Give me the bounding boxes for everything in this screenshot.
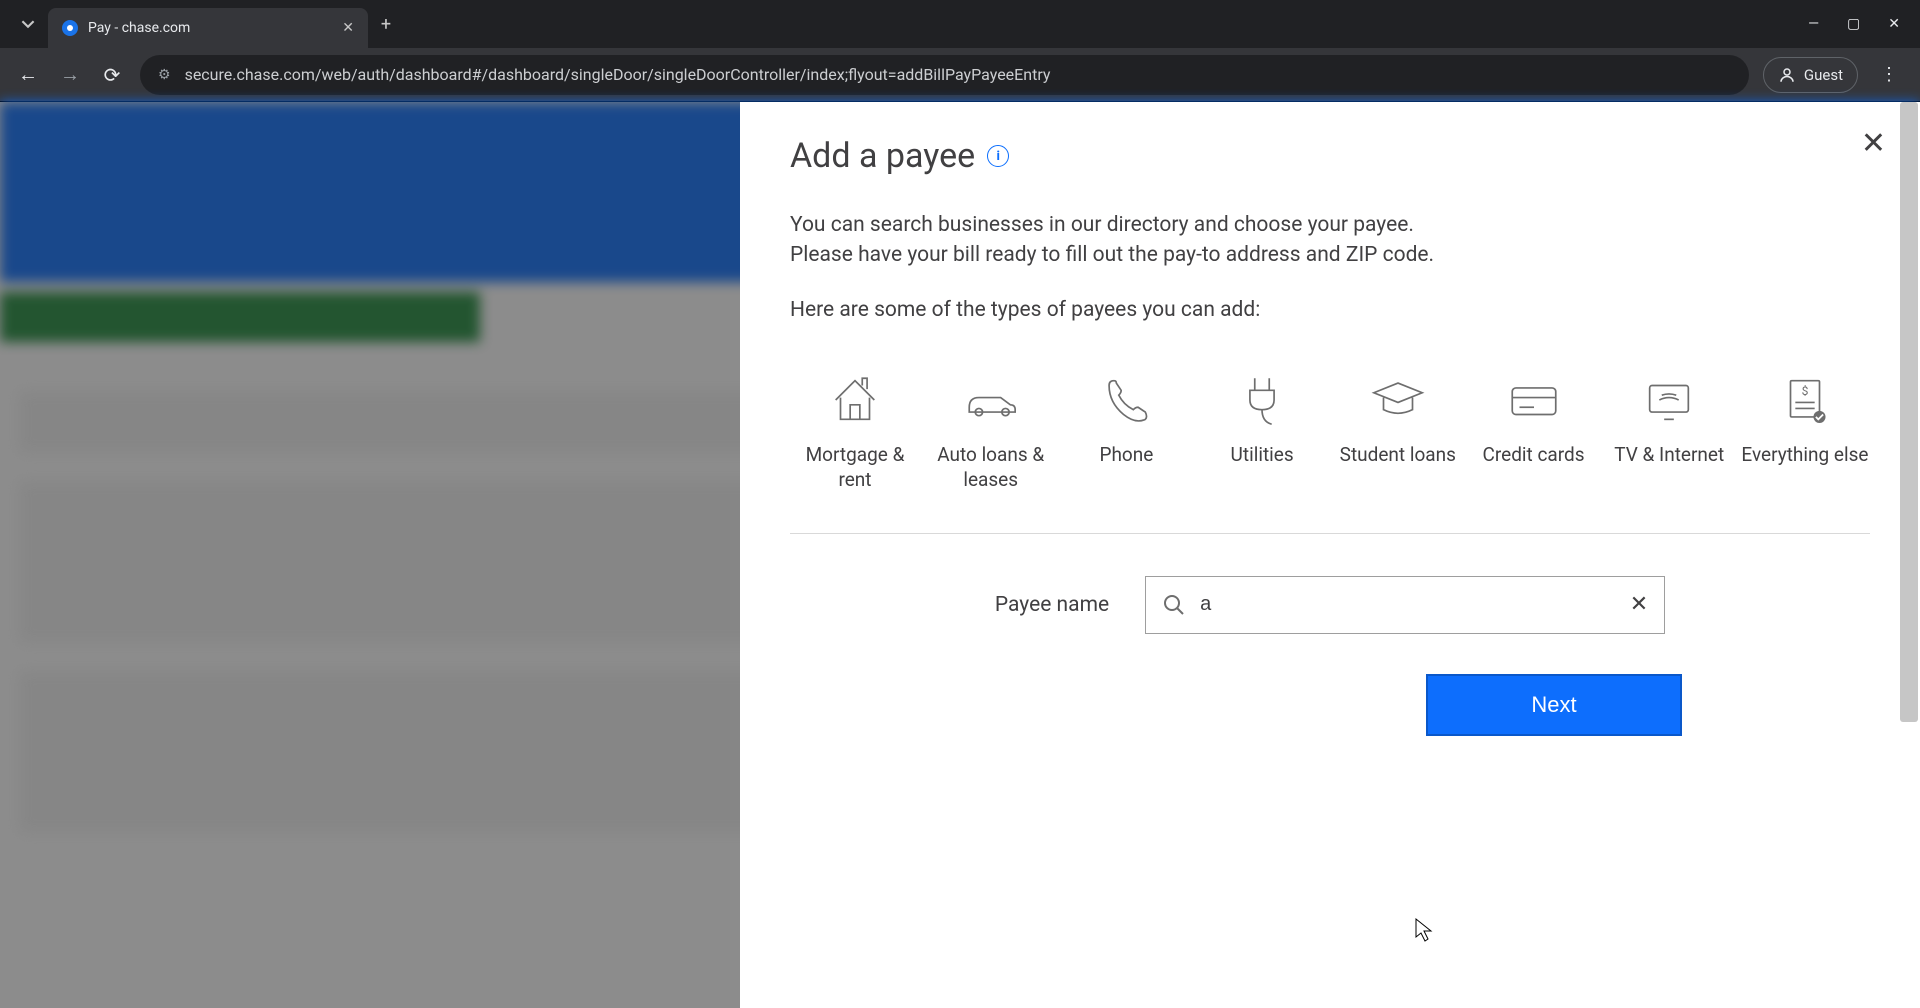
window-controls: — ▢ ✕ — [1808, 16, 1912, 32]
forward-button[interactable]: → — [56, 62, 84, 87]
browser-menu-button[interactable]: ⋮ — [1872, 64, 1906, 85]
tab-search-button[interactable] — [8, 8, 48, 40]
car-icon — [962, 371, 1020, 429]
payee-type-label: TV & Internet — [1614, 443, 1724, 468]
next-button[interactable]: Next — [1426, 674, 1682, 736]
phone-icon — [1097, 371, 1155, 429]
payee-type-label: Phone — [1099, 443, 1153, 468]
payee-type-label: Auto loans & leases — [926, 443, 1056, 492]
tab-title: Pay - chase.com — [88, 20, 332, 36]
payee-type-label: Credit cards — [1482, 443, 1584, 468]
gradcap-icon — [1369, 371, 1427, 429]
flyout-title-row: Add a payee i — [790, 136, 1870, 176]
back-button[interactable]: ← — [14, 62, 42, 87]
add-payee-flyout: ✕ Add a payee i You can search businesse… — [740, 102, 1920, 1008]
flyout-title: Add a payee — [790, 136, 975, 176]
payee-type-label: Mortgage & rent — [790, 443, 920, 492]
profile-button[interactable]: Guest — [1763, 57, 1858, 93]
flyout-scrollbar[interactable] — [1900, 102, 1918, 1008]
flyout-subheading: Here are some of the types of payees you… — [790, 295, 1870, 325]
url-text: secure.chase.com/web/auth/dashboard#/das… — [185, 65, 1051, 84]
page-content: ✕ Add a payee i You can search businesse… — [0, 102, 1920, 1008]
payee-types-row: Mortgage & rent Auto loans & leases Phon… — [790, 371, 1870, 533]
payee-type-credit[interactable]: Credit cards — [1469, 371, 1599, 492]
site-info-icon[interactable]: ⚙ — [158, 67, 171, 83]
reload-button[interactable]: ⟳ — [98, 63, 126, 87]
close-window-button[interactable]: ✕ — [1888, 16, 1900, 32]
address-bar[interactable]: ⚙ secure.chase.com/web/auth/dashboard#/d… — [140, 55, 1749, 95]
favicon-icon — [62, 20, 78, 36]
profile-label: Guest — [1804, 66, 1843, 84]
payee-type-label: Utilities — [1231, 443, 1294, 468]
clear-input-button[interactable]: ✕ — [1630, 592, 1648, 617]
browser-titlebar: Pay - chase.com ✕ + — ▢ ✕ — [0, 0, 1920, 48]
payee-name-input[interactable] — [1200, 593, 1616, 616]
browser-toolbar: ← → ⟳ ⚙ secure.chase.com/web/auth/dashbo… — [0, 48, 1920, 102]
flyout-description: You can search businesses in our directo… — [790, 210, 1870, 271]
minimize-button[interactable]: — — [1808, 16, 1819, 32]
search-icon — [1162, 593, 1186, 617]
house-icon — [826, 371, 884, 429]
payee-type-student[interactable]: Student loans — [1333, 371, 1463, 492]
tab-close-icon[interactable]: ✕ — [342, 20, 354, 36]
info-icon[interactable]: i — [987, 145, 1009, 167]
payee-search-box: ✕ — [1145, 576, 1665, 634]
tv-icon — [1640, 371, 1698, 429]
payee-type-tv[interactable]: TV & Internet — [1604, 371, 1734, 492]
new-tab-button[interactable]: + — [368, 14, 404, 35]
payee-type-other[interactable]: $ Everything else — [1740, 371, 1870, 492]
action-row: Next — [790, 674, 1870, 736]
browser-tab[interactable]: Pay - chase.com ✕ — [48, 8, 368, 48]
payee-type-utilities[interactable]: Utilities — [1197, 371, 1327, 492]
payee-search-row: Payee name ✕ — [790, 576, 1870, 634]
svg-text:$: $ — [1802, 384, 1809, 398]
payee-type-label: Everything else — [1741, 443, 1868, 468]
payee-type-label: Student loans — [1340, 443, 1456, 468]
plug-icon — [1233, 371, 1291, 429]
close-flyout-button[interactable]: ✕ — [1861, 126, 1886, 161]
maximize-button[interactable]: ▢ — [1847, 16, 1860, 32]
payee-name-label: Payee name — [995, 593, 1109, 617]
card-icon — [1505, 371, 1563, 429]
payee-type-mortgage[interactable]: Mortgage & rent — [790, 371, 920, 492]
invoice-icon: $ — [1776, 371, 1834, 429]
payee-type-phone[interactable]: Phone — [1061, 371, 1191, 492]
payee-type-auto[interactable]: Auto loans & leases — [926, 371, 1056, 492]
